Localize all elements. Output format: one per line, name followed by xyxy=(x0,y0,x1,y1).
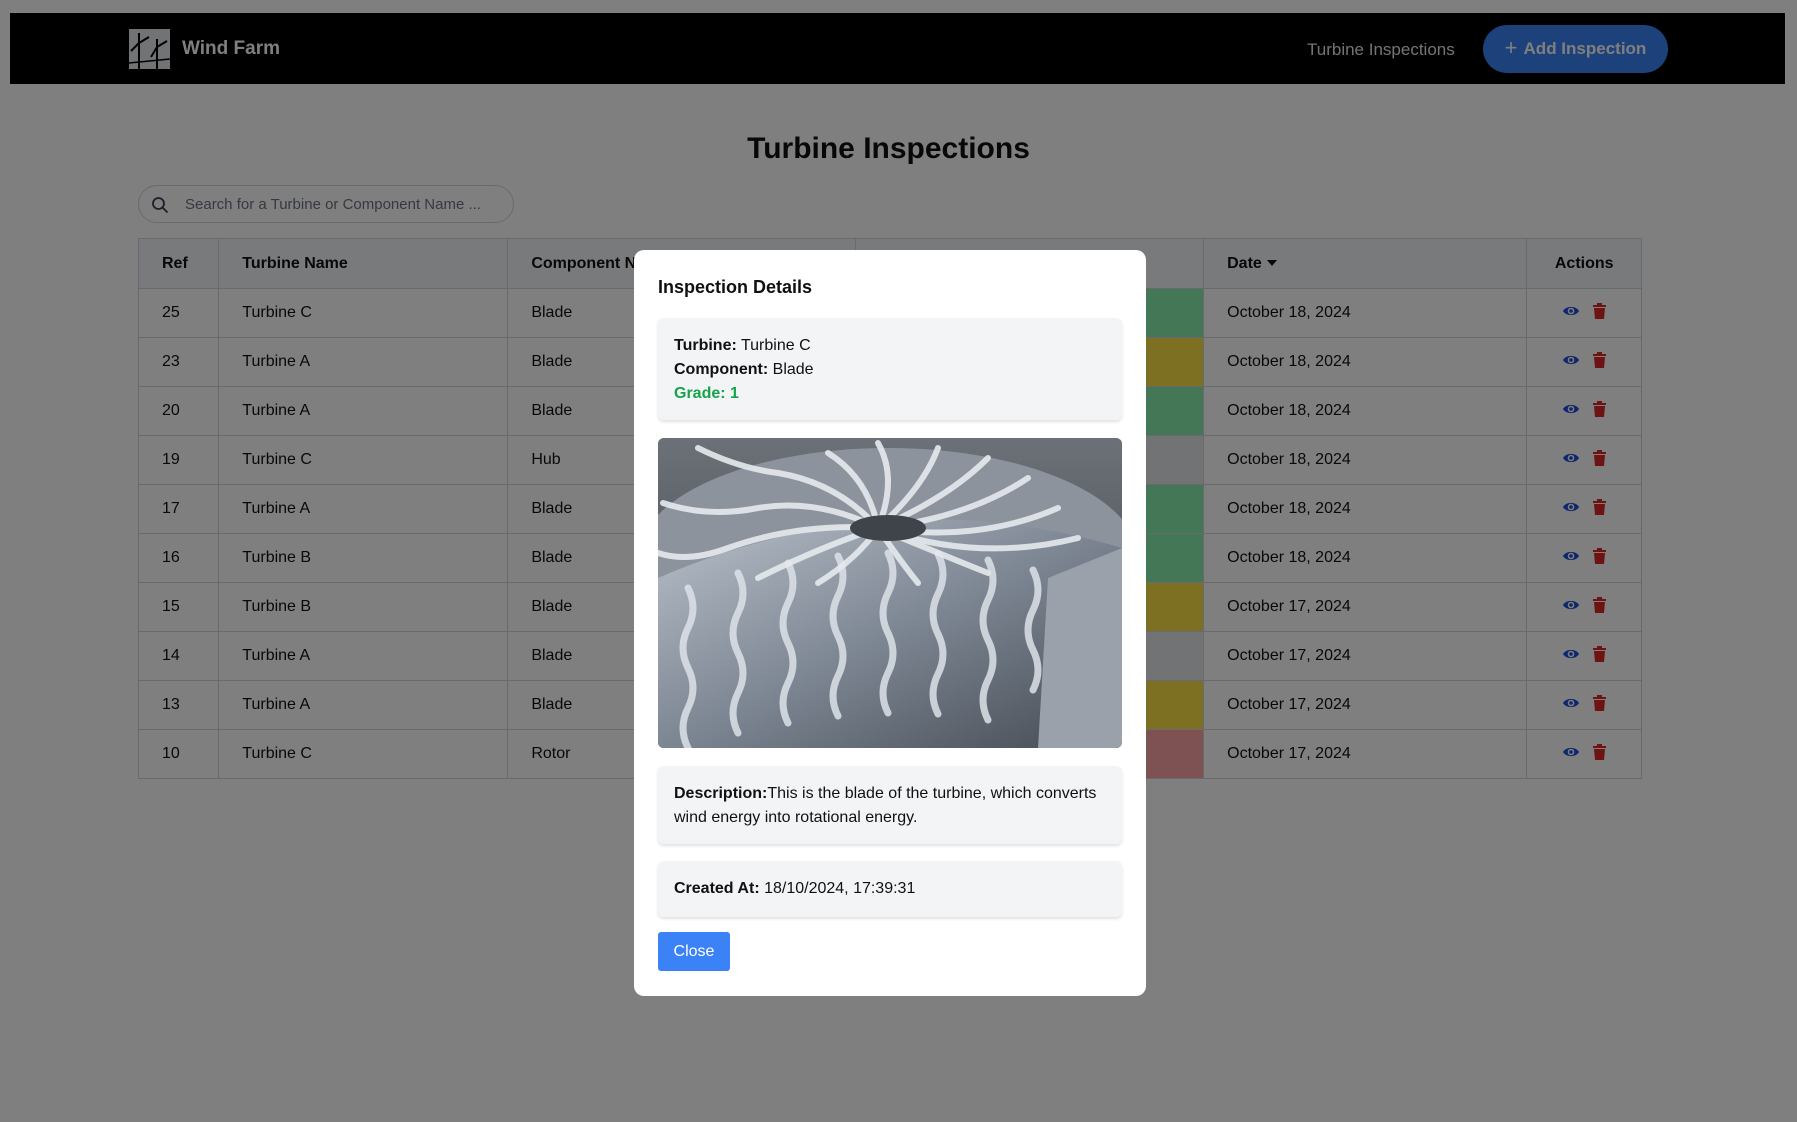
grade-label: Grade: xyxy=(674,385,726,402)
component-value: Blade xyxy=(772,361,814,378)
grade-value: 1 xyxy=(730,385,739,402)
turbine-label: Turbine: xyxy=(674,337,737,354)
inspection-summary-card: Turbine: Turbine C Component: Blade Grad… xyxy=(658,318,1122,420)
created-at-value: 18/10/2024, 17:39:31 xyxy=(764,880,916,897)
created-at-label: Created At: xyxy=(674,880,760,897)
description-card: Description:This is the blade of the tur… xyxy=(658,766,1122,844)
inspection-details-modal: Inspection Details Turbine: Turbine C Co… xyxy=(634,250,1146,996)
turbine-line: Turbine: Turbine C xyxy=(674,334,1106,358)
turbine-component-image xyxy=(658,438,1122,748)
component-label: Component: xyxy=(674,361,769,378)
inspection-photo xyxy=(658,438,1122,748)
turbine-value: Turbine C xyxy=(740,337,811,354)
modal-title: Inspection Details xyxy=(658,277,813,297)
created-at-card: Created At: 18/10/2024, 17:39:31 xyxy=(658,861,1122,917)
description-label: Description: xyxy=(674,785,768,802)
grade-line: Grade: 1 xyxy=(674,382,1106,406)
component-line: Component: Blade xyxy=(674,358,1106,382)
close-button[interactable]: Close xyxy=(658,932,730,971)
